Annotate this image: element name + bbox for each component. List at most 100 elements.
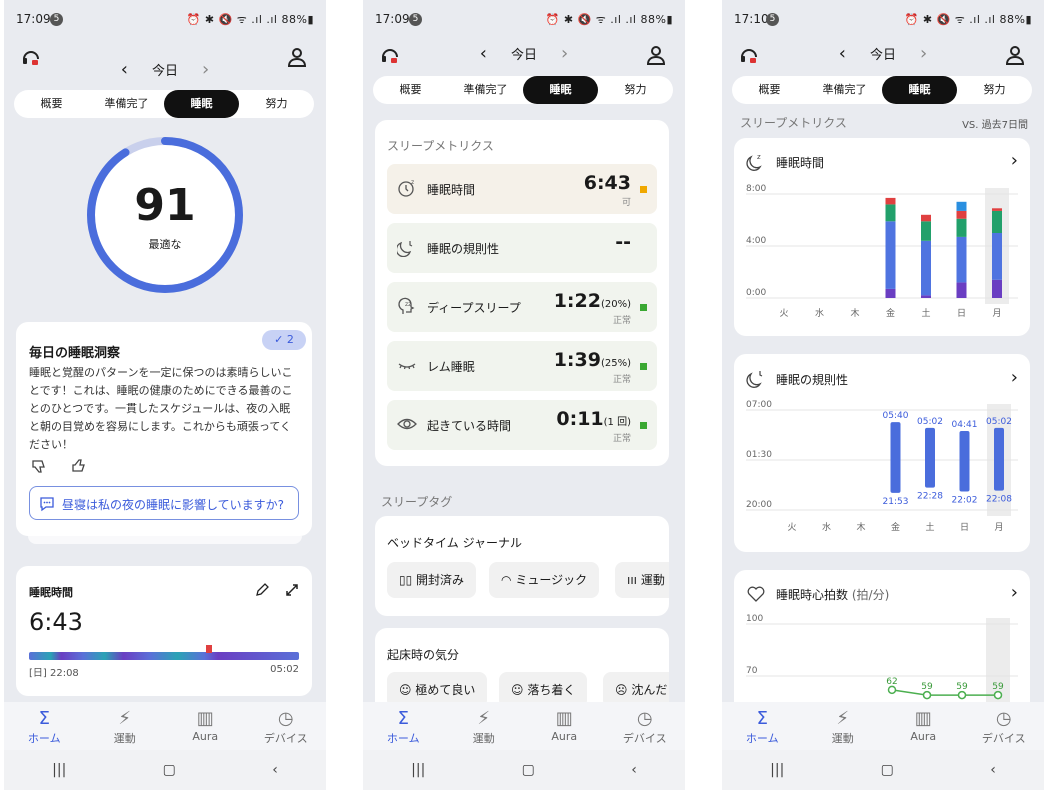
sleep-end-time: 05:02	[270, 664, 299, 675]
regularity-chart-card[interactable]: 睡眠の規則性 › 07:00 01:30 20:00 火 水 木 金 土 日 月 05:40 21:5…	[734, 354, 1030, 552]
duration-chart-card[interactable]: z 睡眠時間 › 0:00 4:00 8:00 火 水 木 金 土 日 月	[734, 138, 1030, 336]
range-bar	[994, 427, 1004, 491]
back-icon[interactable]: ‹	[272, 762, 278, 778]
tab-effort[interactable]: 努力	[598, 76, 673, 104]
status-dot	[640, 422, 647, 429]
prev-day-button[interactable]: ‹	[480, 44, 487, 63]
aura-icon: ▥	[914, 708, 932, 729]
hr-value-label: 59	[992, 682, 1004, 692]
bar-segment	[956, 236, 967, 283]
nav-aura[interactable]: ▥ Aura	[170, 702, 240, 750]
bar-segment	[921, 214, 931, 222]
edit-icon[interactable]	[254, 582, 270, 598]
chevron-right-icon[interactable]: ›	[1011, 367, 1018, 388]
recents-icon[interactable]: |||	[52, 762, 66, 778]
book-icon: ▯▯	[399, 573, 413, 587]
tab-readiness[interactable]: 準備完了	[807, 76, 882, 104]
metric-deep-sleep[interactable]: zz ディープスリープ 1:22(20%) 正常	[387, 282, 657, 332]
nav-exercise[interactable]: ⚡ 運動	[90, 702, 160, 750]
recents-icon[interactable]: |||	[770, 762, 784, 778]
metric-duration[interactable]: z 睡眠時間 6:43 可	[387, 164, 657, 214]
thumbs-up-icon[interactable]	[71, 458, 87, 474]
tab-overview[interactable]: 概要	[373, 76, 448, 104]
prev-day-button[interactable]: ‹	[121, 60, 128, 79]
prev-day-button[interactable]: ‹	[839, 44, 846, 63]
metric-rem[interactable]: レム睡眠 1:39(25%) 正常	[387, 341, 657, 391]
sleep-stage-bar	[29, 652, 299, 660]
notification-badge: 5	[50, 13, 63, 26]
bar-segment	[956, 201, 967, 211]
headset-icon[interactable]	[379, 44, 401, 66]
tab-readiness[interactable]: 準備完了	[89, 90, 164, 118]
nav-exercise[interactable]: ⚡ 運動	[808, 702, 878, 750]
smile-icon: ☺	[399, 683, 412, 697]
status-time: 17:10	[734, 12, 769, 26]
tab-readiness[interactable]: 準備完了	[448, 76, 523, 104]
regularity-chart-title: 睡眠の規則性	[776, 373, 849, 387]
metric-label: 睡眠時間	[427, 183, 476, 197]
mood-title: 起床時の気分	[387, 648, 460, 662]
y-tick-label: 0:00	[746, 288, 766, 298]
ask-question-button[interactable]: 昼寝は私の夜の睡眠に影響していますか?	[29, 486, 299, 520]
tab-bar: 概要 準備完了 睡眠 努力	[732, 76, 1032, 104]
x-tick-label: 木	[850, 307, 859, 319]
thumbs-down-icon[interactable]	[31, 458, 47, 474]
nav-aura[interactable]: ▥ Aura	[529, 702, 599, 750]
tab-effort[interactable]: 努力	[239, 90, 314, 118]
nav-aura[interactable]: ▥ Aura	[888, 702, 958, 750]
tab-bar: 概要 準備完了 睡眠 努力	[373, 76, 673, 104]
tab-overview[interactable]: 概要	[14, 90, 89, 118]
chevron-right-icon[interactable]: ›	[1011, 582, 1018, 603]
nav-home[interactable]: Σ ホーム	[727, 702, 797, 750]
sad-face-icon: ☹	[615, 683, 628, 697]
next-day-button[interactable]: ›	[202, 60, 209, 79]
heart-rate-chart-card[interactable]: 睡眠時心拍数 (拍/分) › 100 70 62 59 59 59	[734, 570, 1030, 720]
next-day-button[interactable]: ›	[561, 44, 568, 63]
status-bar: 17:10 5 ⏰ ✱ 🔇 ᯤ .ıl .ıl 88%▮	[722, 12, 1044, 30]
nav-exercise[interactable]: ⚡ 運動	[449, 702, 519, 750]
tag-chip-opened[interactable]: ▯▯ 開封済み	[387, 562, 477, 598]
tab-overview[interactable]: 概要	[732, 76, 807, 104]
tab-sleep[interactable]: 睡眠	[164, 90, 239, 118]
back-icon[interactable]: ‹	[990, 762, 996, 778]
y-tick-label: 01:30	[746, 450, 772, 460]
bar-start-label: 22:28	[917, 492, 943, 502]
home-button-icon[interactable]: ▢	[522, 762, 535, 778]
expand-icon[interactable]	[284, 582, 300, 598]
profile-icon[interactable]	[1004, 44, 1026, 66]
metric-label: レム睡眠	[427, 360, 475, 374]
nav-home[interactable]: Σ ホーム	[9, 702, 79, 750]
headset-icon[interactable]	[738, 44, 760, 66]
back-icon[interactable]: ‹	[631, 762, 637, 778]
chip-label: 沈んだ	[631, 683, 668, 697]
chevron-right-icon[interactable]: ›	[1011, 150, 1018, 171]
chip-label: 極めて良い	[415, 683, 476, 697]
metric-regularity[interactable]: 睡眠の規則性 --	[387, 223, 657, 273]
tag-chip-exercise[interactable]: ııı 運動	[615, 562, 669, 598]
nav-home-label: ホーム	[745, 732, 779, 745]
x-tick-label: 火	[779, 308, 788, 319]
home-button-icon[interactable]: ▢	[881, 762, 894, 778]
next-day-button[interactable]: ›	[920, 44, 927, 63]
sleep-duration-card[interactable]: 睡眠時間 6:43 [日] 22:08 05:02	[16, 566, 312, 696]
home-sigma-icon: Σ	[38, 708, 50, 729]
nav-device[interactable]: ◷ デバイス	[610, 702, 680, 750]
metric-awake[interactable]: 起きている時間 0:11(1 回) 正常	[387, 400, 657, 450]
home-button-icon[interactable]: ▢	[163, 762, 176, 778]
tab-sleep[interactable]: 睡眠	[882, 76, 957, 104]
tab-effort[interactable]: 努力	[957, 76, 1032, 104]
nav-device[interactable]: ◷ デバイス	[251, 702, 321, 750]
ask-question-label: 昼寝は私の夜の睡眠に影響していますか?	[62, 498, 285, 512]
nav-device[interactable]: ◷ デバイス	[969, 702, 1039, 750]
metric-status: 正常	[612, 316, 631, 326]
tab-sleep[interactable]: 睡眠	[523, 76, 598, 104]
nav-home[interactable]: Σ ホーム	[368, 702, 438, 750]
system-nav-bar: ||| ▢ ‹	[722, 750, 1044, 790]
metric-label: ディープスリープ	[427, 301, 521, 315]
phone-screen-overview: 17:09 5 ⏰ ✱ 🔇 ᯤ .ıl .ıl 88%▮ ‹ 今日 › 概要 準備完…	[4, 0, 326, 790]
recents-icon[interactable]: |||	[411, 762, 425, 778]
bottom-nav: Σ ホーム ⚡ 運動 ▥ Aura ◷ デバイス	[722, 702, 1044, 750]
profile-icon[interactable]	[645, 44, 667, 66]
range-bar	[925, 427, 935, 488]
tag-chip-music[interactable]: ◠ ミュージック	[489, 562, 600, 598]
